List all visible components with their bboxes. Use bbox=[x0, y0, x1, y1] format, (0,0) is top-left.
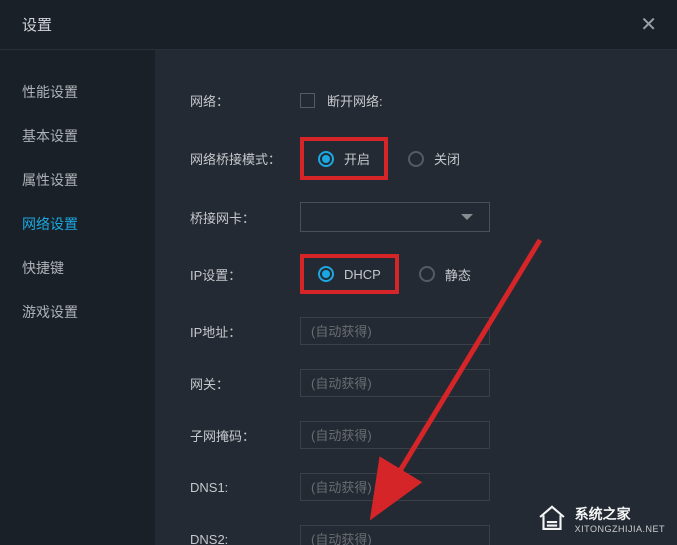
radio-bridge-on[interactable]: 开启 bbox=[318, 149, 370, 168]
radio-icon bbox=[419, 266, 435, 282]
radio-bridge-off[interactable]: 关闭 bbox=[408, 149, 460, 168]
sidebar-item-performance[interactable]: 性能设置 bbox=[0, 70, 155, 114]
checkbox-disconnect-network[interactable]: 断开网络: bbox=[300, 91, 383, 110]
radio-label-on: 开启 bbox=[344, 149, 370, 168]
input-gateway[interactable] bbox=[300, 369, 490, 397]
label-network: 网络： bbox=[190, 91, 300, 110]
input-subnet[interactable] bbox=[300, 421, 490, 449]
sidebar-item-shortcut[interactable]: 快捷键 bbox=[0, 246, 155, 290]
radio-label-static: 静态 bbox=[445, 265, 471, 284]
sidebar-item-network[interactable]: 网络设置 bbox=[0, 202, 155, 246]
select-bridge-nic[interactable] bbox=[300, 202, 490, 232]
row-ip-setting: IP设置： DHCP 静态 bbox=[190, 254, 677, 294]
radio-label-off: 关闭 bbox=[434, 149, 460, 168]
input-ip-addr[interactable] bbox=[300, 317, 490, 345]
row-dns2: DNS2: bbox=[190, 524, 677, 545]
row-ip-addr: IP地址： bbox=[190, 316, 677, 346]
main-container: 性能设置 基本设置 属性设置 网络设置 快捷键 游戏设置 网络： 断开网络: 网… bbox=[0, 50, 677, 545]
row-subnet: 子网掩码： bbox=[190, 420, 677, 450]
window-header: 设置 ✕ bbox=[0, 0, 677, 50]
input-dns2[interactable] bbox=[300, 525, 490, 545]
label-ip-setting: IP设置： bbox=[190, 265, 300, 284]
checkbox-label: 断开网络: bbox=[327, 91, 383, 110]
label-subnet: 子网掩码： bbox=[190, 426, 300, 445]
input-dns1[interactable] bbox=[300, 473, 490, 501]
radio-icon bbox=[408, 151, 424, 167]
close-icon[interactable]: ✕ bbox=[640, 15, 657, 35]
label-dns1: DNS1: bbox=[190, 480, 300, 495]
radio-ip-static[interactable]: 静态 bbox=[419, 265, 471, 284]
sidebar-item-basic[interactable]: 基本设置 bbox=[0, 114, 155, 158]
checkbox-icon bbox=[300, 93, 315, 108]
label-gateway: 网关： bbox=[190, 374, 300, 393]
row-network: 网络： 断开网络: bbox=[190, 85, 677, 115]
content-panel: 网络： 断开网络: 网络桥接模式： 开启 关闭 桥接网卡： bbox=[155, 50, 677, 545]
chevron-down-icon bbox=[461, 214, 473, 220]
radio-label-dhcp: DHCP bbox=[344, 267, 381, 282]
radio-icon bbox=[318, 151, 334, 167]
label-ip-addr: IP地址： bbox=[190, 322, 300, 341]
row-bridge-nic: 桥接网卡： bbox=[190, 202, 677, 232]
radio-ip-dhcp[interactable]: DHCP bbox=[318, 266, 381, 282]
label-bridge-mode: 网络桥接模式： bbox=[190, 149, 300, 168]
sidebar: 性能设置 基本设置 属性设置 网络设置 快捷键 游戏设置 bbox=[0, 50, 155, 545]
label-dns2: DNS2: bbox=[190, 532, 300, 545]
row-dns1: DNS1: bbox=[190, 472, 677, 502]
window-title: 设置 bbox=[22, 14, 52, 35]
sidebar-item-game[interactable]: 游戏设置 bbox=[0, 290, 155, 334]
row-gateway: 网关： bbox=[190, 368, 677, 398]
row-bridge-mode: 网络桥接模式： 开启 关闭 bbox=[190, 137, 677, 180]
label-bridge-nic: 桥接网卡： bbox=[190, 208, 300, 227]
radio-icon bbox=[318, 266, 334, 282]
highlight-bridge-on: 开启 bbox=[300, 137, 388, 180]
highlight-ip-dhcp: DHCP bbox=[300, 254, 399, 294]
sidebar-item-property[interactable]: 属性设置 bbox=[0, 158, 155, 202]
